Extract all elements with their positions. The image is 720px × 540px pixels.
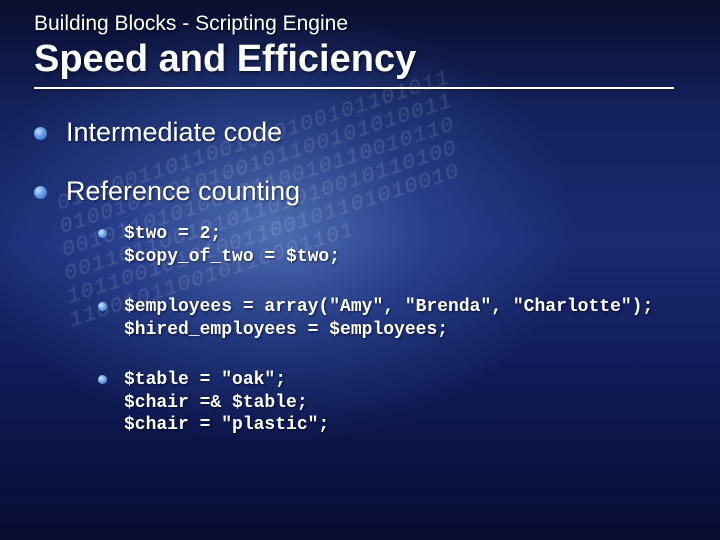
bullet-reference-counting: Reference counting $two = 2; $copy_of_tw… (34, 176, 686, 437)
code-item-3: $table = "oak"; $chair =& $table; $chair… (66, 369, 686, 437)
code-block: $employees = array("Amy", "Brenda", "Cha… (124, 296, 686, 341)
slide-body: Building Blocks - Scripting Engine Speed… (0, 0, 720, 437)
code-block: $table = "oak"; $chair =& $table; $chair… (124, 369, 686, 437)
code-block: $two = 2; $copy_of_two = $two; (124, 223, 686, 268)
code-item-2: $employees = array("Amy", "Brenda", "Cha… (66, 296, 686, 341)
bullet-text: Intermediate code (66, 117, 282, 147)
bullet-text: Reference counting (66, 176, 300, 206)
bullet-list: Intermediate code Reference counting $tw… (34, 117, 686, 437)
title-underline (34, 87, 674, 89)
code-item-1: $two = 2; $copy_of_two = $two; (66, 223, 686, 268)
bullet-intermediate-code: Intermediate code (34, 117, 686, 148)
slide-title: Speed and Efficiency (34, 38, 686, 81)
slide-superheading: Building Blocks - Scripting Engine (34, 12, 686, 36)
code-list: $two = 2; $copy_of_two = $two; $employee… (66, 223, 686, 437)
